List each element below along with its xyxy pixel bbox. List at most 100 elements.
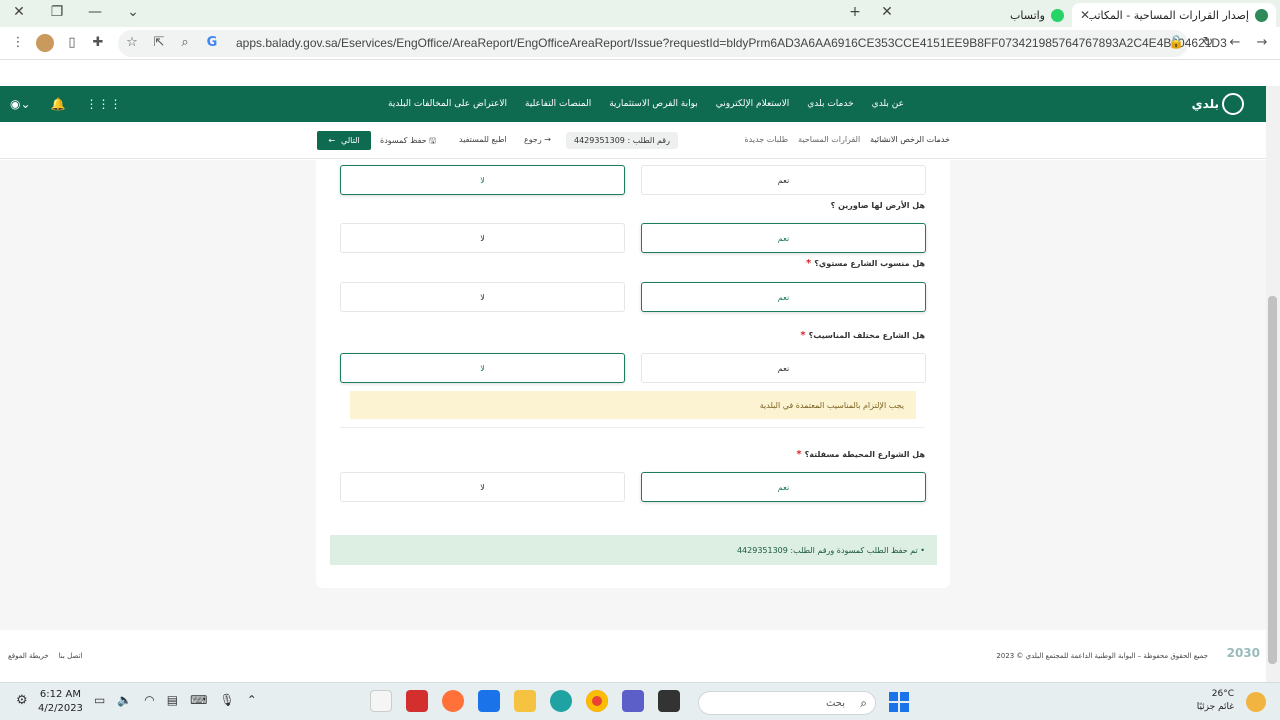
lock-icon[interactable]: 🔒: [1168, 35, 1184, 50]
back-button[interactable]: رجوع →: [524, 135, 551, 144]
reload-icon[interactable]: ↻: [1200, 35, 1216, 50]
system-clock[interactable]: 6:12 AM 4/2/2023: [38, 688, 83, 716]
breadcrumb: خدمات الرخص الانشائية القرارات المساحية …: [744, 135, 950, 144]
bookmark-star-icon[interactable]: ☆: [124, 35, 140, 50]
next-button[interactable]: ← التالي: [317, 131, 371, 150]
close-window-icon[interactable]: ✕: [10, 4, 28, 20]
weather-temperature: 26°C: [1211, 689, 1234, 699]
user-menu-icon[interactable]: ◉⌄: [10, 97, 31, 111]
profile-avatar[interactable]: [36, 34, 54, 52]
taskbar-search[interactable]: ⌕ بحث: [698, 691, 876, 715]
breadcrumb-item[interactable]: القرارات المساحية: [798, 135, 860, 144]
google-icon: G: [206, 35, 218, 50]
restore-window-icon[interactable]: ❐: [48, 4, 66, 20]
request-number-badge: رقم الطلب : 4429351309: [566, 132, 678, 149]
option-no-selected[interactable]: لا: [340, 165, 625, 195]
nav-item-objection[interactable]: الاعتراض على المخالفات البلدية: [388, 99, 507, 109]
required-marker: *: [796, 449, 802, 460]
minimize-window-icon[interactable]: —: [86, 4, 104, 20]
balady-logo[interactable]: بلدي: [1192, 92, 1244, 116]
breadcrumb-item[interactable]: طلبات جديدة: [744, 135, 788, 144]
option-yes[interactable]: نعم: [641, 353, 926, 383]
question-label: هل الشوارع المحيطة مسفلتة؟*: [796, 449, 925, 460]
keyboard-icon[interactable]: ⌨: [190, 693, 207, 707]
print-beneficiary-button[interactable]: اطبع للمستفيد: [459, 135, 507, 144]
mail-icon[interactable]: [478, 690, 500, 712]
tab-search-icon[interactable]: ⌄: [124, 4, 142, 20]
footer-link-sitemap[interactable]: خريطة الموقع: [8, 652, 49, 660]
search-placeholder: بحث: [825, 697, 845, 709]
address-bar: ⋮ ▯ ✚ ☆ ⇱ ⌕ G apps.balady.gov.sa/Eservic…: [0, 27, 1280, 60]
option-no[interactable]: لا: [340, 223, 625, 253]
nav-item-platforms[interactable]: المنصات التفاعلية: [525, 99, 591, 109]
display-icon[interactable]: ▤: [167, 693, 178, 707]
header-icons: ◉⌄ 🔔 ⋮⋮⋮: [10, 86, 121, 122]
option-yes-selected[interactable]: نعم: [641, 223, 926, 253]
breadcrumb-item[interactable]: خدمات الرخص الانشائية: [870, 135, 950, 144]
nav-item-inquiry[interactable]: الاستعلام الإلكتروني: [716, 99, 789, 109]
scrollbar-thumb[interactable]: [1268, 296, 1277, 664]
clock-date: 4/2/2023: [38, 703, 83, 714]
option-no[interactable]: لا: [340, 472, 625, 502]
taskbar-apps: [370, 690, 680, 712]
tab-title: واتساب: [1010, 8, 1045, 22]
option-no-selected[interactable]: لا: [340, 353, 625, 383]
firefox-icon[interactable]: [442, 690, 464, 712]
palm-logo-icon: [1222, 93, 1244, 115]
url-text[interactable]: apps.balady.gov.sa/Eservices/EngOffice/A…: [236, 36, 1227, 50]
question-text: هل الشارع مختلف المناسيب؟: [808, 331, 925, 340]
back-arrow-icon[interactable]: ←: [1227, 35, 1243, 50]
footer-link-contact[interactable]: اتصل بنا: [59, 652, 83, 660]
nav-item-services[interactable]: خدمات بلدي: [807, 99, 853, 109]
close-tab-icon[interactable]: ✕: [1080, 8, 1090, 22]
logo-text: بلدي: [1191, 97, 1219, 111]
extensions-icon[interactable]: ✚: [90, 35, 106, 50]
footer-links: خريطة الموقع اتصل بنا: [8, 652, 82, 660]
close-tab-icon[interactable]: ✕: [878, 4, 896, 20]
microphone-icon[interactable]: 🎙: [219, 693, 234, 707]
new-tab-icon[interactable]: +: [846, 4, 864, 20]
battery-icon[interactable]: ▭: [94, 693, 105, 707]
warning-alert: يجب الإلتزام بالمناسيب المعتمدة في البلد…: [350, 391, 916, 419]
option-no[interactable]: لا: [340, 282, 625, 312]
file-explorer-icon[interactable]: [514, 690, 536, 712]
weather-widget[interactable]: 26°C غائم جزئيًا: [1197, 688, 1234, 714]
edge-icon[interactable]: [550, 690, 572, 712]
chrome-icon[interactable]: [586, 690, 608, 712]
menu-kebab-icon[interactable]: ⋮: [10, 35, 26, 50]
weather-sun-icon[interactable]: [1246, 692, 1266, 712]
save-draft-label: حفظ كمسودة: [380, 136, 427, 145]
start-button[interactable]: [889, 692, 909, 712]
nav-item-investment[interactable]: بوابة الفرص الاستثمارية: [609, 99, 698, 109]
acrobat-icon[interactable]: [406, 690, 428, 712]
question-label: هل الشارع مختلف المناسيب؟*: [800, 330, 925, 341]
browser-tab-bar: ✕ ❐ — ⌄ + ✕ واتساب إصدار القرارات المساح…: [0, 0, 1280, 27]
option-yes-selected[interactable]: نعم: [641, 282, 926, 312]
tab-whatsapp[interactable]: واتساب: [1010, 3, 1068, 27]
apps-grid-icon[interactable]: ⋮⋮⋮: [85, 97, 121, 111]
volume-icon[interactable]: 🔈: [117, 693, 132, 707]
option-yes[interactable]: نعم: [641, 165, 926, 195]
tab-balady[interactable]: إصدار القرارات المساحية - المكاتب ✕: [1072, 3, 1276, 27]
teams-icon[interactable]: [622, 690, 644, 712]
site-header: بلدي عن بلدي خدمات بلدي الاستعلام الإلكت…: [0, 86, 1266, 122]
wifi-icon[interactable]: ◠: [144, 693, 154, 707]
nav-item-about[interactable]: عن بلدي: [872, 99, 904, 109]
copyright-text: جميع الحقوق محفوظة – البوابة الوطنية الد…: [996, 652, 1208, 660]
notification-bell-icon[interactable]: 🔔: [51, 97, 66, 111]
widgets-icon[interactable]: ⚙: [16, 693, 28, 708]
required-marker: *: [800, 330, 806, 341]
file-app-icon[interactable]: [370, 690, 392, 712]
sidebar-icon[interactable]: ▯: [64, 35, 80, 50]
zoom-icon[interactable]: ⌕: [177, 35, 193, 50]
forward-arrow-icon[interactable]: →: [1254, 35, 1270, 50]
terminal-icon[interactable]: [658, 690, 680, 712]
back-label: رجوع: [524, 135, 542, 144]
save-draft-button[interactable]: حفظ كمسودة 🖫: [380, 135, 436, 149]
windows-taskbar: ⚙ 6:12 AM 4/2/2023 ▭ 🔈 ◠ ▤ ⌨ 🎙 ⌃ ⌕ بحث 2…: [0, 682, 1280, 720]
option-yes-selected[interactable]: نعم: [641, 472, 926, 502]
site-footer: 2030 جميع الحقوق محفوظة – البوابة الوطني…: [0, 632, 1266, 682]
search-icon: ⌕: [860, 696, 867, 710]
show-hidden-icons-icon[interactable]: ⌃: [247, 693, 257, 707]
share-icon[interactable]: ⇱: [151, 35, 167, 50]
